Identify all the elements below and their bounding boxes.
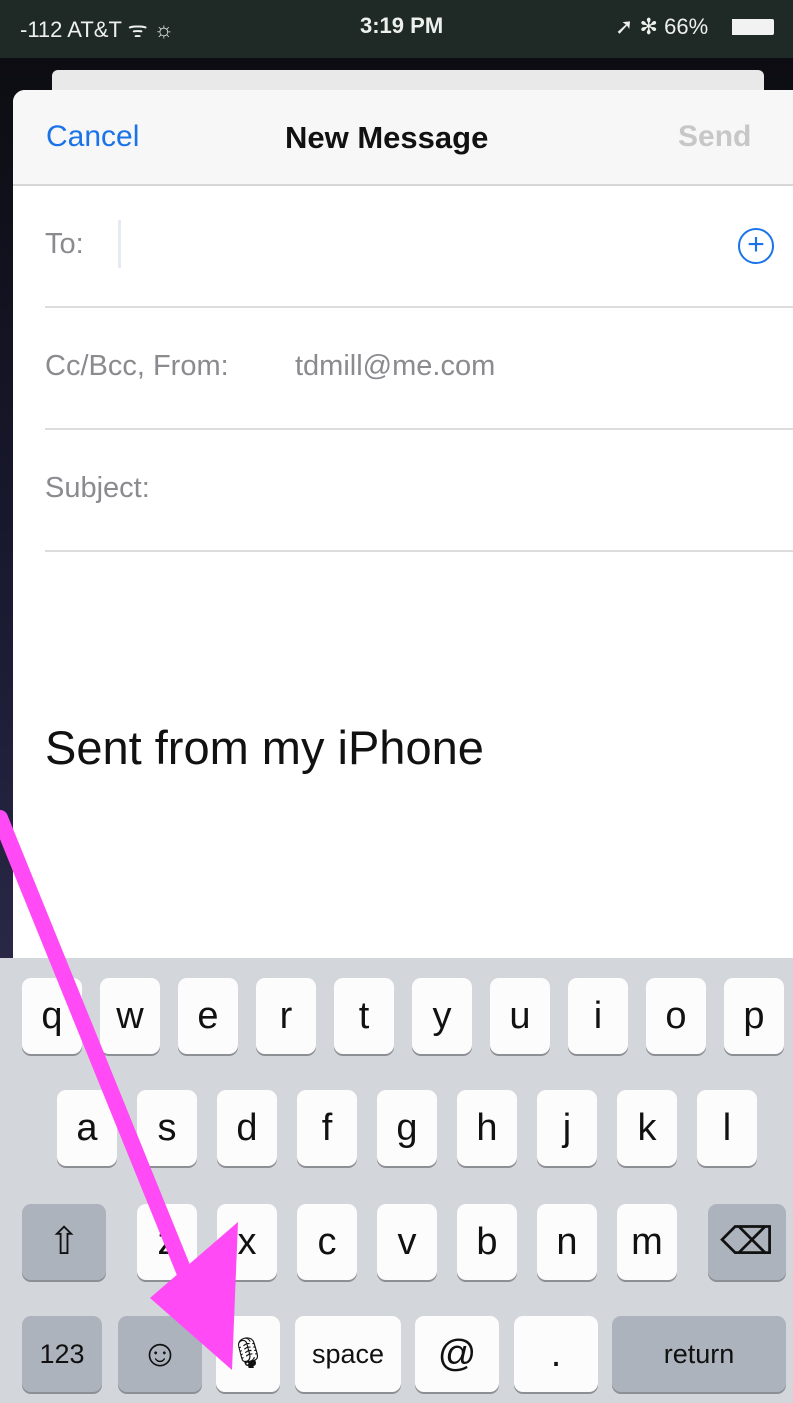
cancel-button[interactable]: Cancel [46,120,139,154]
period-key[interactable]: . [514,1316,598,1392]
return-key[interactable]: return [612,1316,786,1392]
key-x[interactable]: x [217,1204,277,1280]
key-k[interactable]: k [617,1090,677,1166]
key-o[interactable]: o [646,978,706,1054]
key-e[interactable]: e [178,978,238,1054]
key-u[interactable]: u [490,978,550,1054]
battery-icon [732,19,774,35]
key-t[interactable]: t [334,978,394,1054]
status-time: 3:19 PM [360,13,444,38]
space-key[interactable]: space [295,1316,401,1392]
text-cursor [118,220,121,268]
key-y[interactable]: y [412,978,472,1054]
subject-field[interactable]: Subject: [45,428,793,552]
send-button[interactable]: Send [678,120,751,154]
key-r[interactable]: r [256,978,316,1054]
key-a[interactable]: a [57,1090,117,1166]
key-f[interactable]: f [297,1090,357,1166]
key-l[interactable]: l [697,1090,757,1166]
key-n[interactable]: n [537,1204,597,1280]
status-bar: -112 AT&T ᯤ ☼ 3:19 PM ➚ ✻ 66% [0,0,793,58]
message-body[interactable]: Sent from my iPhone [45,720,484,775]
key-d[interactable]: d [217,1090,277,1166]
key-h[interactable]: h [457,1090,517,1166]
key-c[interactable]: c [297,1204,357,1280]
key-m[interactable]: m [617,1204,677,1280]
delete-key[interactable]: ⌫ [708,1204,786,1280]
carrier-signal: -112 AT&T ᯤ ☼ [20,17,174,42]
key-i[interactable]: i [568,978,628,1054]
to-field[interactable]: To: + [45,184,793,308]
key-v[interactable]: v [377,1204,437,1280]
numbers-key[interactable]: 123 [22,1316,102,1392]
nav-bar: Cancel New Message Send [13,90,793,186]
cc-bcc-from-label: Cc/Bcc, From: [45,350,229,382]
at-key[interactable]: @ [415,1316,499,1392]
page-title: New Message [285,120,489,155]
key-q[interactable]: q [22,978,82,1054]
key-b[interactable]: b [457,1204,517,1280]
status-indicators: ➚ ✻ 66% [615,14,709,39]
shift-key[interactable]: ⇧ [22,1204,106,1280]
emoji-key[interactable]: ☺ [118,1316,202,1392]
subject-label: Subject: [45,472,150,504]
key-w[interactable]: w [100,978,160,1054]
cc-bcc-from-field[interactable]: Cc/Bcc, From: tdmill@me.com [45,306,793,430]
key-p[interactable]: p [724,978,784,1054]
keyboard: q w e r t y u i o p a s d f g h j k l ⇧ … [0,958,793,1403]
microphone-key[interactable]: 🎙 [216,1316,280,1392]
key-s[interactable]: s [137,1090,197,1166]
key-j[interactable]: j [537,1090,597,1166]
to-label: To: [45,228,84,260]
key-g[interactable]: g [377,1090,437,1166]
key-z[interactable]: z [137,1204,197,1280]
from-value: tdmill@me.com [295,350,496,382]
add-contact-icon[interactable]: + [738,228,774,264]
